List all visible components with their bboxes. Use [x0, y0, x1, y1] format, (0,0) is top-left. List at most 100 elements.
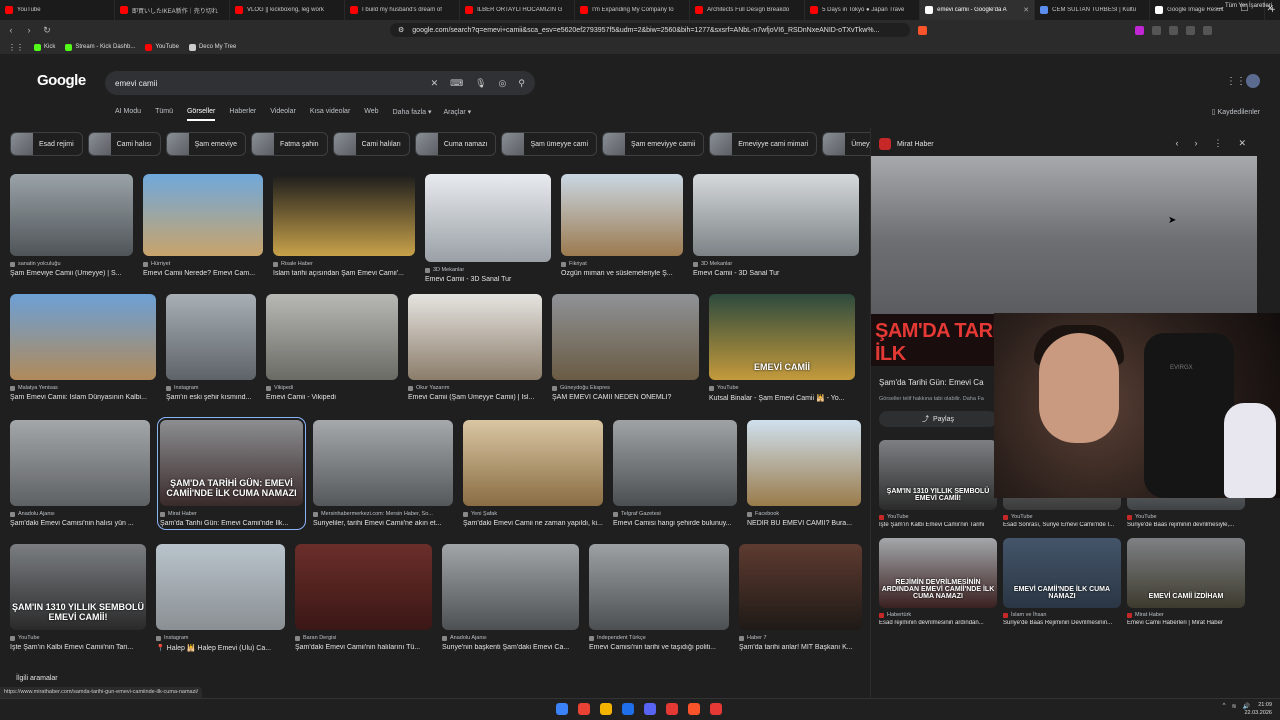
result-thumbnail[interactable]	[156, 544, 285, 630]
image-result[interactable]: Haber 7 Şam'da tarihi anlar! MİT Başkanı …	[739, 544, 862, 652]
result-source[interactable]: YouTube	[709, 385, 855, 391]
result-title[interactable]: İşte Şam'ın Kalbi Emevi Camii'nin Tari..…	[10, 644, 146, 651]
result-source[interactable]: Malatya Yenisas	[10, 385, 156, 391]
result-title[interactable]: NEDİR BU EMEVİ CAMİİ? Bura...	[747, 520, 861, 527]
menu-icon[interactable]	[1203, 25, 1212, 35]
result-thumbnail[interactable]: EMEVİ CAMİİ	[709, 294, 855, 380]
saved-link[interactable]: ▯ Kaydedilenler	[1212, 108, 1260, 116]
result-thumbnail[interactable]	[313, 420, 453, 506]
result-thumbnail[interactable]: ŞAM'DA TARİHİ GÜN: EMEVİ CAMİİ'NDE İLK C…	[160, 420, 303, 506]
result-source[interactable]: Independent Türkçe	[589, 635, 729, 641]
close-preview-icon[interactable]: ✕	[1238, 138, 1246, 149]
image-result[interactable]: Facebook NEDİR BU EMEVİ CAMİİ? Bura...	[747, 420, 861, 527]
result-source[interactable]: Telgraf Gazetesi	[613, 511, 737, 517]
image-result[interactable]: Mersinhabermerkezi.com: Mersin Haber, So…	[313, 420, 453, 527]
lens-icon[interactable]: ◎	[499, 78, 507, 89]
result-title[interactable]: Şam'daki Emevi Camii ne zaman yapıldı, k…	[463, 520, 603, 527]
result-thumbnail[interactable]	[613, 420, 737, 506]
extension-icon[interactable]	[1169, 25, 1178, 35]
share-button[interactable]: ⤴ Paylaş	[879, 411, 997, 427]
related-image[interactable]: EMEVİ CAMİİ İZDİHAM Mirat Haber Emevi Cami…	[1127, 538, 1245, 626]
result-source[interactable]: Facebook	[747, 511, 861, 517]
image-result[interactable]: Independent Türkçe Emevi Camisi'nin tarih…	[589, 544, 729, 652]
file-explorer-icon[interactable]	[600, 703, 612, 715]
related-source[interactable]: Habertürk	[879, 612, 997, 618]
related-image[interactable]: ŞAM'IN 1310 YILLIK SEMBOLÜ EMEVİ CAMİİ! Y…	[879, 440, 997, 528]
result-thumbnail[interactable]	[143, 174, 263, 256]
result-title[interactable]: Suriyeliler, tarihi Emevi Camii'ne akın …	[313, 520, 453, 527]
steam-icon[interactable]	[622, 703, 634, 715]
related-thumbnail[interactable]: ŞAM'IN 1310 YILLIK SEMBOLÜ EMEVİ CAMİİ!	[879, 440, 997, 510]
browser-tab[interactable]: CEM SULTAN TÜRBESİ | Kültü	[1035, 0, 1151, 20]
reload-icon[interactable]: ↻	[42, 25, 52, 36]
related-title[interactable]: Esad Sonrası, Suriye Emevi Camii'nde İ..…	[1003, 522, 1121, 528]
related-source[interactable]: Mirat Haber	[1127, 612, 1245, 618]
result-title[interactable]: İslam tarihi açısından Şam Emevi Camii'.…	[273, 270, 415, 277]
related-source[interactable]: İslam ve İhsan	[1003, 612, 1121, 618]
result-title[interactable]: Şam Emevi Camii: İslam Dünyasının Kalbi.…	[10, 394, 156, 401]
result-title[interactable]: Emevi Camii Nerede? Emevi Cam...	[143, 270, 263, 277]
result-thumbnail[interactable]	[10, 294, 156, 380]
microphone-icon[interactable]: 🎙	[475, 78, 486, 89]
image-result[interactable]: Yeni Şafak Şam'daki Emevi Camii ne zaman …	[463, 420, 603, 527]
next-icon[interactable]: ›	[1194, 138, 1197, 149]
result-source[interactable]: Hürriyet	[143, 261, 263, 267]
result-title[interactable]: Suriye'nin başkenti Şam'daki Emevi Ca...	[442, 644, 579, 651]
search-tab[interactable]: Haberler	[229, 108, 256, 121]
keyboard-icon[interactable]: ⌨	[450, 78, 463, 89]
result-source[interactable]: Mersinhabermerkezi.com: Mersin Haber, So…	[313, 511, 453, 517]
image-result[interactable]: Okur Yazarım Emevi Camii (Şam Ümeyye Cami…	[408, 294, 542, 402]
result-source[interactable]: Baran Dergisi	[295, 635, 432, 641]
result-thumbnail[interactable]	[463, 420, 603, 506]
result-source[interactable]: Instagram	[166, 385, 256, 391]
related-searches-label[interactable]: İlgili aramalar	[10, 673, 64, 684]
bookmark-item[interactable]: Deco My Tree	[188, 43, 236, 51]
result-title[interactable]: Özgün mimari ve süslemeleriyle Ş...	[561, 270, 683, 277]
result-source[interactable]: Haber 7	[739, 635, 862, 641]
related-title[interactable]: Emevi Camii Haberleri | Mirat Haber	[1127, 620, 1245, 626]
image-result[interactable]: ŞAM'DA TARİHİ GÜN: EMEVİ CAMİİ'NDE İLK C…	[157, 417, 306, 530]
browser-tab[interactable]: İLBER ORTAYLI HOCAMIZIN G	[460, 0, 576, 20]
search-tab[interactable]: Videolar	[270, 108, 296, 121]
result-source[interactable]: Anadolu Ajansı	[10, 511, 150, 517]
minimize-icon[interactable]: ─	[1216, 3, 1222, 14]
browser-tab[interactable]: VLOG || kickboxing, leg work	[230, 0, 346, 20]
result-source[interactable]: Vikipedi	[266, 385, 398, 391]
refinement-chip[interactable]: Cami halıları	[332, 132, 410, 156]
bookmark-item[interactable]: Stream - Kick Dashb...	[65, 43, 135, 51]
result-thumbnail[interactable]	[10, 420, 150, 506]
close-tab-icon[interactable]: ✕	[1023, 6, 1029, 14]
result-thumbnail[interactable]	[739, 544, 862, 630]
result-thumbnail[interactable]	[747, 420, 861, 506]
result-title[interactable]: Emevi Camii - 3D Sanal Tur	[693, 270, 859, 277]
refinement-chip[interactable]: Cami halısı	[87, 132, 161, 156]
refinement-chip[interactable]: Şam emeviye	[165, 132, 247, 156]
result-thumbnail[interactable]	[408, 294, 542, 380]
result-thumbnail[interactable]	[295, 544, 432, 630]
result-thumbnail[interactable]	[10, 174, 133, 256]
search-box[interactable]: emevi camii ✕ ⌨ 🎙 ◎ ⚲	[105, 71, 535, 95]
related-source[interactable]: YouTube	[1127, 514, 1245, 520]
result-title[interactable]: Emevi Camisi'nin tarihi ve taşıdığı poli…	[589, 644, 729, 651]
search-input[interactable]: emevi camii	[115, 79, 419, 88]
result-title[interactable]: Şam'da Tarihi Gün: Emevi Camii'nde İlk..…	[160, 520, 303, 527]
related-image[interactable]: REJİMİN DEVRİLMESİNİN ARDINDAN EMEVİ CAM…	[879, 538, 997, 626]
browser-tab[interactable]: emevi camii - Google'da A ✕	[920, 0, 1036, 20]
result-title[interactable]: Emevi Camisi hangi şehirde bulunuy...	[613, 520, 737, 527]
browser-tab[interactable]: I build my husband's dream of	[345, 0, 461, 20]
search-tab[interactable]: Görseller	[186, 108, 216, 121]
back-icon[interactable]: ‹	[6, 25, 16, 35]
result-source[interactable]: Yeni Şafak	[463, 511, 603, 517]
image-result[interactable]: ŞAM'IN 1310 YILLIK SEMBOLÜ EMEVİ CAMİİ! Y…	[10, 544, 146, 652]
search-icon[interactable]: ⚲	[518, 78, 525, 89]
related-title[interactable]: Suriye'de Baas rejiminin devrilmesiyle,.…	[1127, 522, 1245, 528]
forward-icon[interactable]: ›	[24, 25, 34, 35]
image-result[interactable]: Instagram 📍 Halep 🕌 Halep Emevi (Ulu) Ca.…	[156, 544, 285, 652]
refinement-chip[interactable]: Şam emeviyye camii	[602, 132, 705, 156]
search-tab[interactable]: Kısa videolar	[310, 108, 350, 121]
search-tab[interactable]: Web	[364, 108, 378, 121]
related-title[interactable]: Esad rejiminin devrilmesinin ardından...	[879, 620, 997, 626]
result-thumbnail[interactable]	[589, 544, 729, 630]
avatar[interactable]	[1246, 74, 1260, 88]
result-thumbnail[interactable]	[266, 294, 398, 380]
